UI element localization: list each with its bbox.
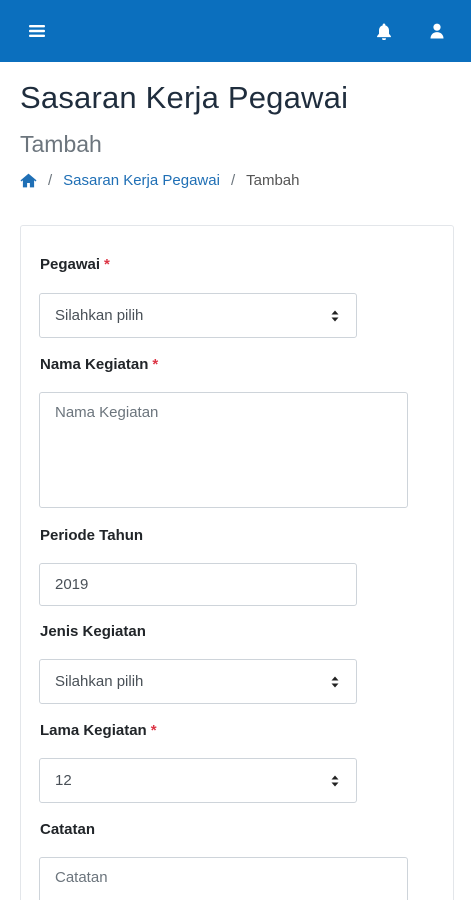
breadcrumb-link-sasaran[interactable]: Sasaran Kerja Pegawai [63,172,220,189]
bell-icon[interactable] [370,17,398,45]
sort-caret-icon [328,308,342,324]
catatan-label: Catatan [40,821,96,838]
page-subtitle: Tambah [20,131,102,157]
jenis-kegiatan-select-value: Silahkan pilih [55,673,144,690]
pegawai-label: Pegawai * [40,256,110,273]
home-icon[interactable] [20,173,37,188]
hamburger-menu-icon[interactable] [23,17,51,45]
lama-kegiatan-select[interactable]: 12 [39,758,357,803]
periode-tahun-label: Periode Tahun [40,527,144,544]
nama-kegiatan-label: Nama Kegiatan * [40,356,159,373]
breadcrumb-separator: / [230,171,236,189]
jenis-kegiatan-select[interactable]: Silahkan pilih [39,659,357,704]
breadcrumb: / Sasaran Kerja Pegawai / Tambah [20,170,299,190]
sort-caret-icon [328,773,342,789]
user-icon[interactable] [423,17,451,45]
required-mark: * [150,722,157,739]
lama-kegiatan-label: Lama Kegiatan * [40,722,157,739]
breadcrumb-separator: / [48,171,53,189]
required-mark: * [152,356,159,373]
page-title: Sasaran Kerja Pegawai [20,80,349,115]
sort-caret-icon [328,674,342,690]
required-mark: * [104,256,110,273]
pegawai-select[interactable]: Silahkan pilih [39,293,357,338]
pegawai-select-value: Silahkan pilih [55,307,144,324]
breadcrumb-current: Tambah [246,171,300,189]
catatan-textarea[interactable] [39,857,408,900]
periode-tahun-input[interactable] [39,563,357,606]
jenis-kegiatan-label: Jenis Kegiatan [40,623,146,640]
top-navbar [0,0,471,62]
lama-kegiatan-select-value: 12 [55,772,72,789]
nama-kegiatan-textarea[interactable] [39,392,408,508]
